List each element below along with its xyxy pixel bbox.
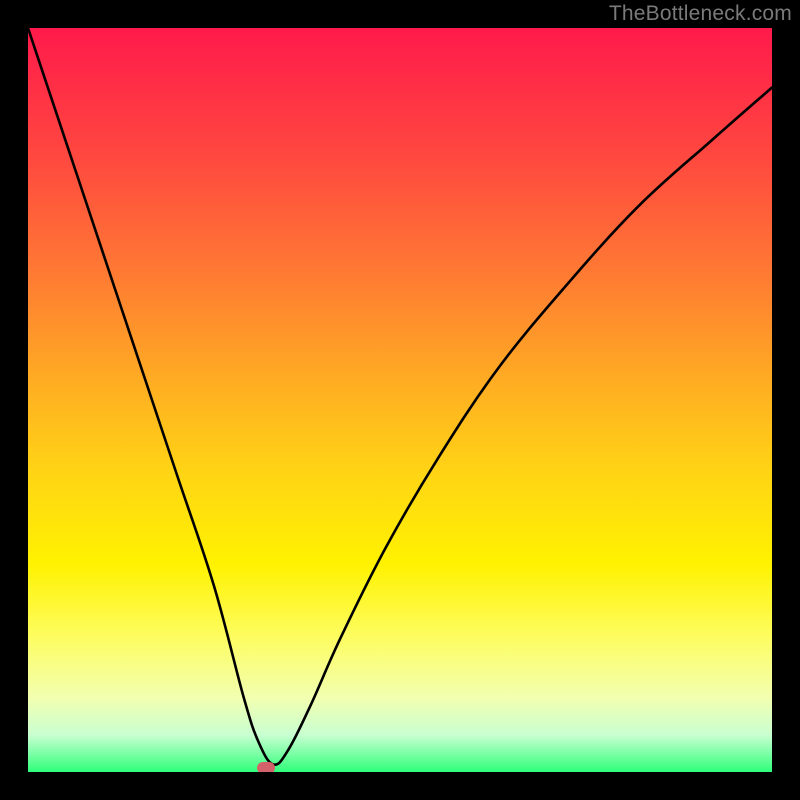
optimal-point-marker: [257, 762, 275, 772]
chart-frame: TheBottleneck.com: [0, 0, 800, 800]
plot-area: [28, 28, 772, 772]
watermark-text: TheBottleneck.com: [609, 2, 792, 26]
curve-path: [28, 28, 772, 765]
bottleneck-curve: [28, 28, 772, 772]
